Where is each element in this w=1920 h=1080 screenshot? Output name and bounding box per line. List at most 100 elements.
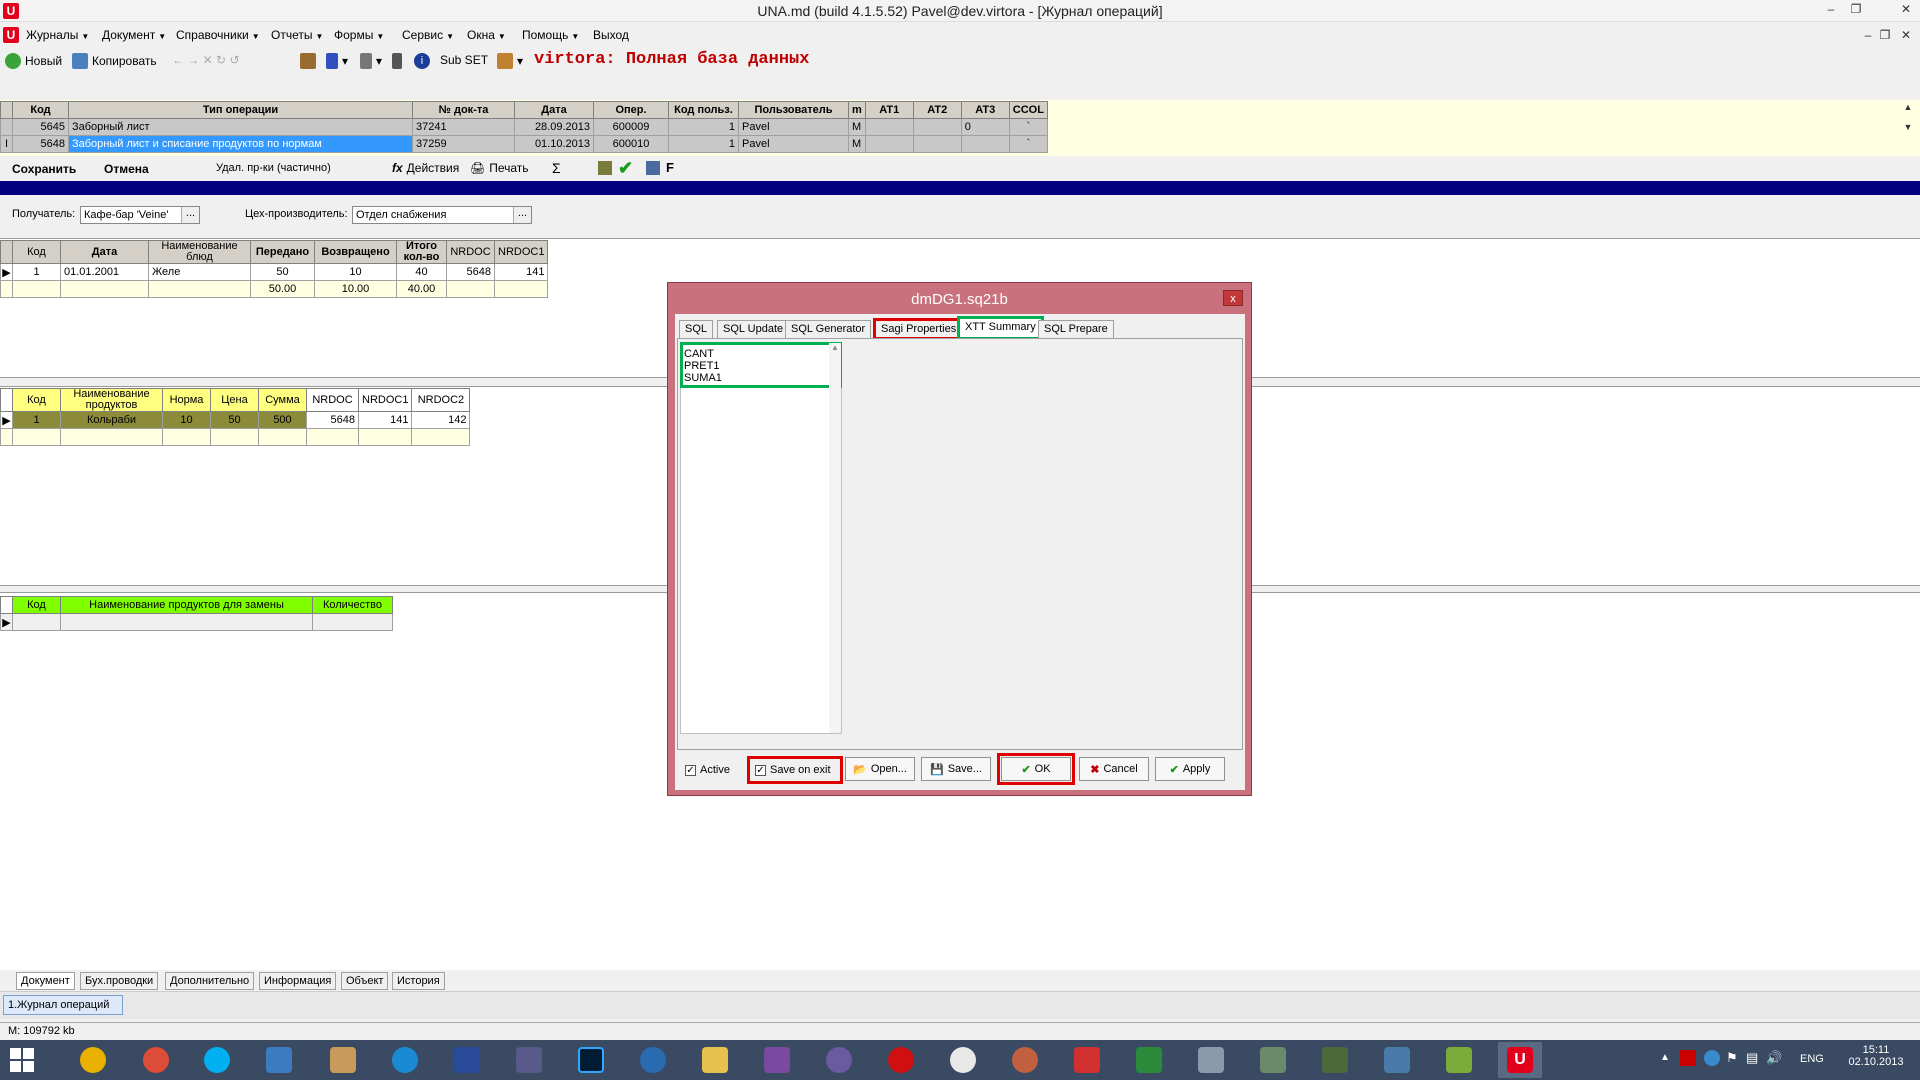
table-row[interactable]: 5645 Заборный лист 37241 28.09.2013 6000… <box>0 118 1048 136</box>
minimize-icon[interactable]: – <box>1818 2 1844 18</box>
cell[interactable]: 50 <box>210 411 259 429</box>
cell[interactable] <box>912 135 962 153</box>
cell[interactable]: 1 <box>668 118 739 136</box>
browser-icon[interactable] <box>950 1047 976 1073</box>
tab-additional[interactable]: Дополнительно <box>165 972 255 990</box>
column-header[interactable]: Наименование продуктов <box>60 388 163 412</box>
book-icon[interactable] <box>1136 1047 1162 1073</box>
windows-start-icon[interactable] <box>10 1048 34 1072</box>
cell[interactable] <box>12 613 61 631</box>
powershell-icon[interactable] <box>266 1047 292 1073</box>
row-indicator[interactable]: I <box>0 135 13 153</box>
chrome-icon[interactable] <box>143 1047 169 1073</box>
column-header[interactable]: Норма <box>162 388 211 412</box>
subset-button[interactable]: Sub SET <box>440 53 488 67</box>
terminal-icon[interactable] <box>1322 1047 1348 1073</box>
checkmark-icon[interactable]: ✔ <box>618 158 633 179</box>
cancel-button[interactable]: ✖ Cancel <box>1079 757 1149 781</box>
photoshop-icon[interactable] <box>578 1047 604 1073</box>
table-row[interactable]: ▶ 1 Кольраби 10 50 500 5648 141 142 <box>0 411 471 429</box>
virtualbox-icon[interactable] <box>1384 1047 1410 1073</box>
folder-icon[interactable] <box>702 1047 728 1073</box>
skype-icon[interactable] <box>204 1047 230 1073</box>
tab-sql-prepare[interactable]: SQL Prepare <box>1038 320 1114 338</box>
language-indicator[interactable]: ENG <box>1800 1053 1824 1065</box>
column-header[interactable]: Код <box>12 240 61 264</box>
dishes-grid[interactable]: Код Дата Наименование блюд Передано Возв… <box>0 240 549 298</box>
open-button[interactable]: 📂 Open... <box>845 757 915 781</box>
column-header[interactable]: Пользователь <box>738 101 849 119</box>
cell[interactable]: 600010 <box>593 135 669 153</box>
cell[interactable]: 37241 <box>412 118 515 136</box>
list-item[interactable]: PRET1 <box>684 360 719 372</box>
cancel-button[interactable]: Отмена <box>104 162 149 176</box>
cell[interactable]: Pavel <box>738 135 849 153</box>
menu-exit[interactable]: Выход <box>593 28 629 42</box>
cell[interactable] <box>960 135 1010 153</box>
cell[interactable]: 10 <box>314 263 397 281</box>
operations-grid[interactable]: Код Тип операции № док-та Дата Опер. Код… <box>0 101 1048 153</box>
opera-icon[interactable] <box>888 1047 914 1073</box>
recipient-field[interactable]: Кафе-бар 'Veine' ... <box>80 206 200 224</box>
cell[interactable]: 1 <box>12 411 61 429</box>
avast-icon[interactable] <box>80 1047 106 1073</box>
cell[interactable]: 10 <box>162 411 211 429</box>
cell[interactable] <box>60 613 313 631</box>
column-header[interactable]: № док-та <box>412 101 515 119</box>
eclipse-icon[interactable] <box>826 1047 852 1073</box>
column-header[interactable]: NRDOC2 <box>411 388 471 412</box>
filter-icon[interactable]: ▾ <box>360 53 382 69</box>
cell[interactable]: Pavel <box>738 118 849 136</box>
tab-information[interactable]: Информация <box>259 972 337 990</box>
column-header[interactable]: Дата <box>514 101 594 119</box>
save-button[interactable]: Сохранить <box>12 162 76 176</box>
lightning-icon[interactable] <box>640 1047 666 1073</box>
menu-service[interactable]: Сервис ▼ <box>402 28 454 42</box>
cell[interactable]: 141 <box>493 263 549 281</box>
cell[interactable]: 500 <box>258 411 307 429</box>
column-header[interactable]: Наименование продуктов для замены <box>60 596 313 614</box>
cell[interactable]: M <box>848 135 866 153</box>
flag-tray-icon[interactable]: ⚑ <box>1726 1050 1738 1066</box>
menu-document[interactable]: Документ ▼ <box>102 28 166 42</box>
column-header[interactable]: Код <box>12 388 61 412</box>
f-button[interactable]: F <box>666 160 674 175</box>
row-indicator[interactable] <box>0 118 13 136</box>
package-icon[interactable] <box>330 1047 356 1073</box>
cell[interactable]: ` <box>1008 118 1048 136</box>
info-icon[interactable]: i <box>414 53 430 69</box>
menu-reports[interactable]: Отчеты ▼ <box>271 28 323 42</box>
workshop-field[interactable]: Отдел снабжения ... <box>352 206 532 224</box>
cell[interactable]: 5648 <box>446 263 495 281</box>
column-header[interactable]: Опер. <box>593 101 669 119</box>
tab-document[interactable]: Документ <box>16 972 75 990</box>
cell[interactable]: Кольраби <box>60 411 163 429</box>
child-window-icon[interactable]: U <box>3 27 19 43</box>
table-row-selected[interactable]: I 5648 Заборный лист и списание продукто… <box>0 135 1048 153</box>
column-header[interactable]: AT2 <box>912 101 962 119</box>
calculator-icon[interactable] <box>392 53 402 69</box>
column-header[interactable]: AT3 <box>960 101 1010 119</box>
frog-icon[interactable] <box>1446 1047 1472 1073</box>
cell[interactable]: 28.09.2013 <box>514 118 594 136</box>
column-header[interactable]: Тип операции <box>68 101 413 119</box>
disk-save-icon[interactable] <box>516 1047 542 1073</box>
tab-sql-update[interactable]: SQL Update <box>717 320 790 338</box>
computer-icon[interactable] <box>1198 1047 1224 1073</box>
cell[interactable]: 40 <box>396 263 447 281</box>
cell[interactable]: M <box>848 118 866 136</box>
workshop-lookup-button[interactable]: ... <box>513 207 531 223</box>
save-on-exit-checkbox[interactable]: ✓ Save on exit <box>747 756 843 784</box>
far-manager-icon[interactable] <box>454 1047 480 1073</box>
cell[interactable] <box>312 613 393 631</box>
column-header[interactable]: CCOL <box>1008 101 1048 119</box>
restore-icon[interactable]: ❐ <box>1843 2 1869 18</box>
close-icon[interactable]: ✕ <box>1893 2 1919 18</box>
tray-app-icon[interactable] <box>1704 1050 1720 1066</box>
cell[interactable]: 142 <box>411 411 471 429</box>
column-header[interactable]: Цена <box>210 388 259 412</box>
list-item[interactable]: CANT <box>684 348 714 360</box>
app-icon[interactable] <box>1074 1047 1100 1073</box>
tab-accounting[interactable]: Бух.проводки <box>80 972 159 990</box>
list-scrollbar[interactable]: ▲ <box>829 343 841 733</box>
